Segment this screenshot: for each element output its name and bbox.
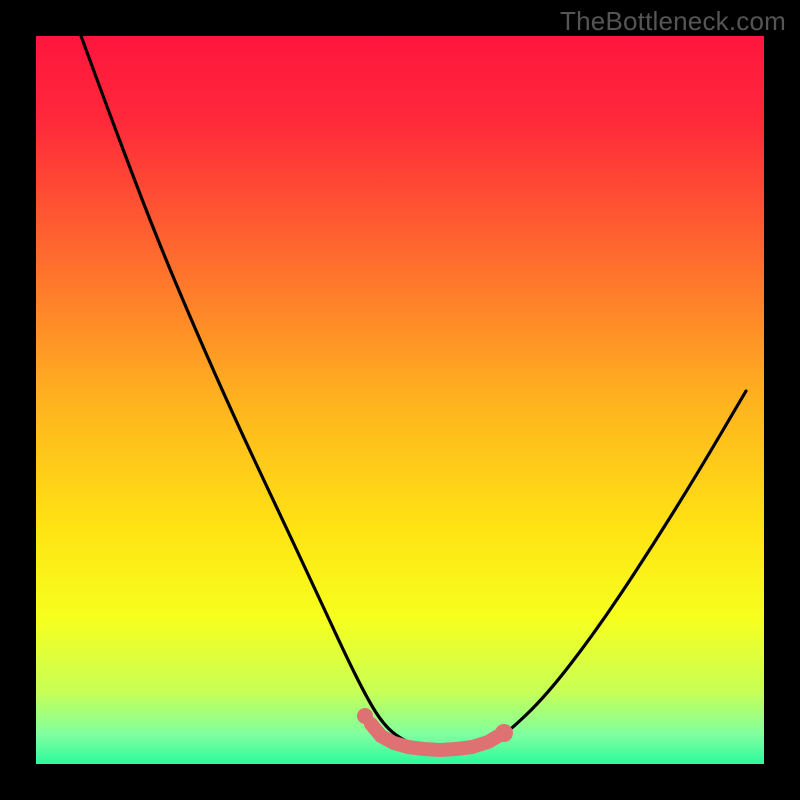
annotation-dot-right xyxy=(495,724,513,742)
watermark-text: TheBottleneck.com xyxy=(560,6,786,37)
plot-area xyxy=(36,36,764,764)
bottleneck-curve xyxy=(36,36,764,764)
annotation-stroke xyxy=(371,724,500,750)
annotation-dot-left xyxy=(357,708,373,724)
chart-frame: TheBottleneck.com xyxy=(0,0,800,800)
annotation-flat-bottom xyxy=(357,708,513,750)
curve-path xyxy=(81,36,746,749)
